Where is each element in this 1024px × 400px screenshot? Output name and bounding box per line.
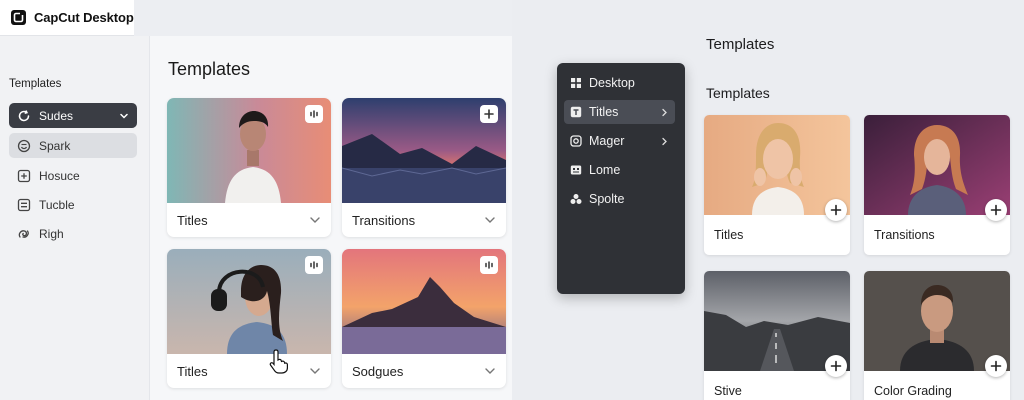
template-card-titles-2[interactable]: Titles — [167, 249, 331, 388]
menu-item-spolte[interactable]: Spolte — [564, 187, 675, 211]
card-footer: Transitions — [342, 203, 506, 237]
dropdown-menu: Desktop Titles Mager Lome Spolte — [557, 63, 685, 294]
plus-icon[interactable] — [480, 105, 498, 123]
template-card-color-grading[interactable]: Color Grading — [864, 271, 1010, 400]
sidebar-item-sudes[interactable]: Sudes — [9, 103, 137, 128]
chevron-down-icon[interactable] — [484, 214, 496, 226]
card-label: Titles — [714, 228, 744, 242]
card-footer: Color Grading — [864, 371, 1010, 400]
template-card-sodgues[interactable]: Sodgues — [342, 249, 506, 388]
chevron-down-icon[interactable] — [309, 365, 321, 377]
right-title: Templates — [706, 36, 775, 53]
caption-icon — [570, 165, 582, 175]
menu-item-label: Mager — [589, 134, 625, 148]
menu-item-label: Spolte — [589, 192, 625, 206]
sidebar-item-spark[interactable]: Spark — [9, 133, 137, 158]
sidebar-item-label: Sudes — [39, 108, 74, 123]
page-title: Templates — [168, 59, 251, 79]
menu-item-desktop[interactable]: Desktop — [564, 71, 675, 95]
add-circle-icon[interactable] — [985, 355, 1007, 377]
add-circle-icon[interactable] — [825, 355, 847, 377]
sidebar-item-hosuce[interactable]: Hosuce — [9, 163, 137, 188]
template-card-titles[interactable]: Titles — [167, 98, 331, 237]
template-thumbnail — [864, 115, 1010, 215]
card-footer: Transitions — [864, 215, 1010, 255]
main-panel: Templates Titles Transitions Titles Sodg… — [150, 36, 512, 400]
plus-square-icon — [17, 169, 31, 182]
card-footer: Sodgues — [342, 354, 506, 388]
chevron-down-icon[interactable] — [484, 365, 496, 377]
circle-refresh-icon — [18, 109, 30, 121]
card-label: Stive — [714, 384, 742, 398]
sidebar-item-label: Spark — [39, 138, 71, 153]
card-footer: Stive — [704, 371, 850, 400]
title-bar: CapCut Desktop — [0, 0, 134, 36]
swirl-icon — [18, 229, 29, 238]
sidebar: Templates Sudes Spark Hosuce Tucble Righ — [0, 36, 150, 400]
grid-icon — [571, 78, 581, 88]
menu-item-titles[interactable]: Titles — [564, 100, 675, 124]
chevron-down-icon — [120, 113, 128, 119]
chevron-right-icon — [662, 137, 667, 145]
capcut-logo-icon — [11, 10, 26, 25]
list-square-icon — [17, 198, 31, 211]
card-label: Titles — [177, 212, 208, 228]
sidebar-item-tucble[interactable]: Tucble — [9, 192, 137, 217]
template-card-transitions[interactable]: Transitions — [342, 98, 506, 237]
sidebar-item-label: Hosuce — [39, 168, 80, 183]
card-footer: Titles — [167, 354, 331, 388]
add-circle-icon[interactable] — [985, 199, 1007, 221]
shapes-icon — [570, 194, 582, 204]
template-card-titles-right[interactable]: Titles — [704, 115, 850, 255]
card-label: Titles — [177, 363, 208, 379]
camera-icon — [570, 135, 582, 147]
hand-cursor-icon — [269, 349, 288, 374]
text-icon — [570, 106, 582, 118]
card-label: Transitions — [352, 212, 416, 228]
card-label: Sodgues — [352, 363, 404, 379]
template-thumbnail — [864, 271, 1010, 371]
card-footer: Titles — [704, 215, 850, 255]
template-card-transitions-right[interactable]: Transitions — [864, 115, 1010, 255]
audio-bars-icon[interactable] — [305, 105, 323, 123]
add-circle-icon[interactable] — [825, 199, 847, 221]
sidebar-item-label: Righ — [39, 226, 64, 241]
smile-circle-icon — [17, 139, 31, 152]
template-thumbnail — [704, 115, 850, 215]
card-label: Transitions — [874, 228, 935, 242]
chevron-down-icon[interactable] — [309, 214, 321, 226]
menu-item-lome[interactable]: Lome — [564, 158, 675, 182]
template-card-stive[interactable]: Stive — [704, 271, 850, 400]
menu-item-label: Lome — [589, 163, 621, 177]
sidebar-item-righ[interactable]: Righ — [9, 221, 137, 246]
audio-bars-icon[interactable] — [305, 256, 323, 274]
sidebar-heading: Templates — [9, 78, 62, 90]
card-footer: Titles — [167, 203, 331, 237]
app-title: CapCut Desktop — [34, 10, 134, 25]
right-subtitle: Templates — [706, 85, 770, 101]
sidebar-item-label: Tucble — [39, 197, 75, 212]
card-label: Color Grading — [874, 384, 952, 398]
template-thumbnail — [704, 271, 850, 371]
menu-item-label: Desktop — [589, 76, 635, 90]
audio-bars-icon[interactable] — [480, 256, 498, 274]
menu-item-label: Titles — [589, 105, 619, 119]
menu-item-mager[interactable]: Mager — [564, 129, 675, 153]
chevron-right-icon — [662, 108, 667, 116]
